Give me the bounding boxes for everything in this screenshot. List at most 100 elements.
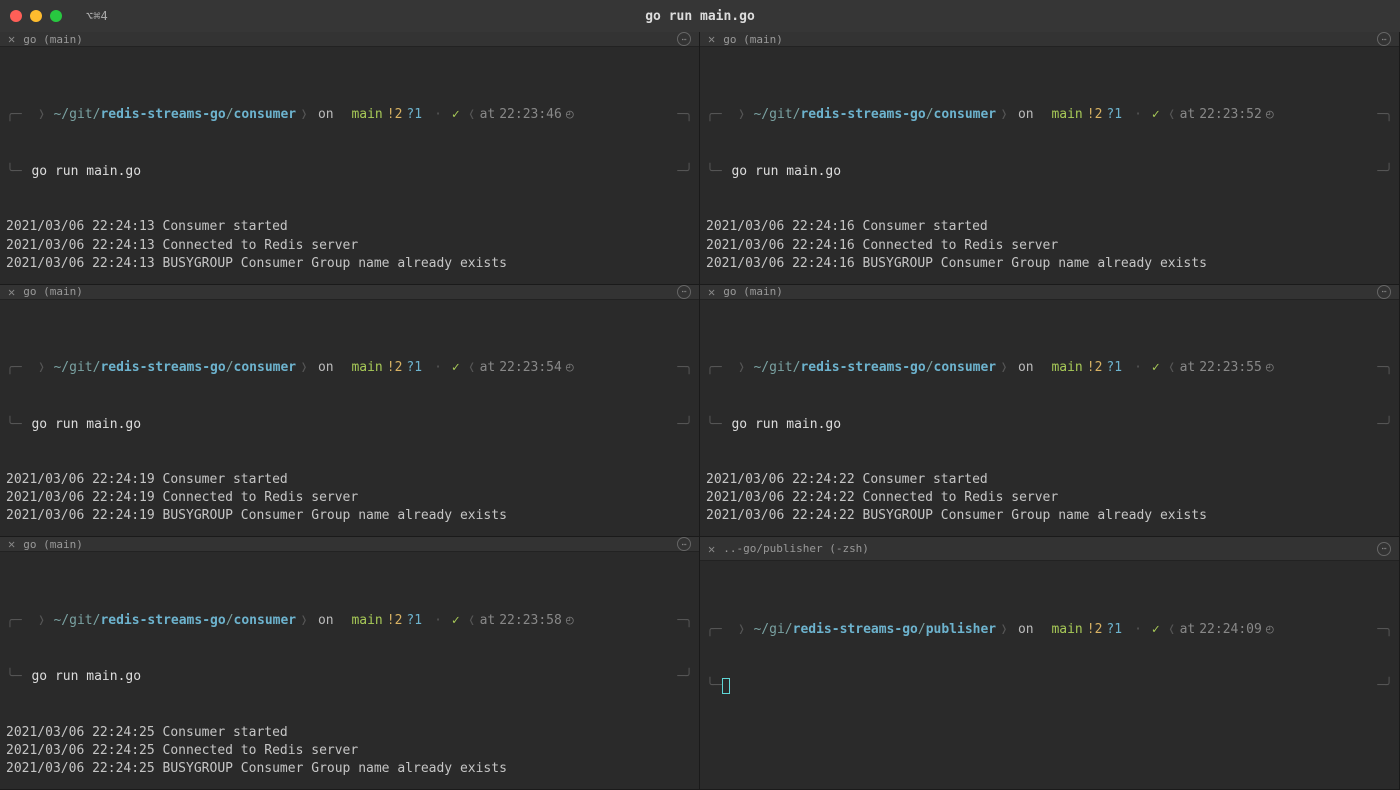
- apple-icon: [22, 106, 34, 126]
- check-icon: ✓: [1148, 358, 1164, 378]
- log-line: 2021/03/06 22:24:16 Consumer started: [706, 218, 1393, 236]
- close-pane-icon[interactable]: ✕: [708, 542, 715, 556]
- log-line: 2021/03/06 22:24:25 BUSYGROUP Consumer G…: [6, 760, 693, 778]
- check-icon: ✓: [1148, 620, 1164, 640]
- log-line: 2021/03/06 22:24:16 BUSYGROUP Consumer G…: [706, 255, 1393, 273]
- prompt-line: ╭─ ❭ ~/git/redis-streams-go/consumer ❭ o…: [6, 611, 693, 631]
- dir-name: consumer: [234, 106, 297, 126]
- close-pane-icon[interactable]: ✕: [708, 32, 715, 46]
- log-line: 2021/03/06 22:24:19 Consumer started: [6, 471, 693, 489]
- check-icon: ✓: [448, 106, 464, 126]
- terminal-pane[interactable]: ✕ go (main) ⋯ ╭─ ❭ ~/git/redis-streams-g…: [700, 285, 1400, 538]
- log-line: 2021/03/06 22:24:19 Connected to Redis s…: [6, 489, 693, 507]
- terminal-body[interactable]: ╭─ ❭ ~/git/redis-streams-go/consumer ❭ o…: [0, 552, 699, 790]
- git-untracked-count: ?1: [1106, 358, 1128, 378]
- terminal-body[interactable]: ╭─ ❭ ~/git/redis-streams-go/consumer ❭ o…: [700, 300, 1399, 538]
- clock-icon: ◴: [1262, 620, 1274, 640]
- git-branch: main: [1044, 358, 1083, 378]
- repo-name: redis-streams-go: [793, 620, 918, 640]
- pane-title: ..-go/publisher (-zsh): [723, 542, 869, 555]
- git-modified-count: !2: [383, 106, 407, 126]
- repo-name: redis-streams-go: [800, 358, 925, 378]
- path-prefix: ~/git/: [753, 106, 800, 126]
- git-modified-count: !2: [1083, 106, 1107, 126]
- terminal-pane[interactable]: ✕ ..-go/publisher (-zsh) ⋯ ╭─ ❭ ~/gi/red…: [700, 537, 1400, 790]
- terminal-pane[interactable]: ✕ go (main) ⋯ ╭─ ❭ ~/git/redis-streams-g…: [0, 285, 700, 538]
- terminal-pane[interactable]: ✕ go (main) ⋯ ╭─ ❭ ~/git/redis-streams-g…: [0, 537, 700, 790]
- clock-icon: ◴: [562, 106, 574, 126]
- traffic-lights: [10, 10, 62, 22]
- close-window-button[interactable]: [10, 10, 22, 22]
- dir-name: consumer: [934, 106, 997, 126]
- close-pane-icon[interactable]: ✕: [8, 285, 15, 299]
- pane-menu-icon[interactable]: ⋯: [677, 32, 691, 46]
- git-untracked-count: ?1: [406, 358, 428, 378]
- close-pane-icon[interactable]: ✕: [8, 537, 15, 551]
- dir-name: publisher: [926, 620, 996, 640]
- prompt-time: 22:23:55: [1199, 358, 1262, 378]
- pane-menu-icon[interactable]: ⋯: [1377, 542, 1391, 556]
- terminal-pane[interactable]: ✕ go (main) ⋯ ╭─ ❭ ~/git/redis-streams-g…: [0, 32, 700, 285]
- path-prefix: ~/git/: [753, 358, 800, 378]
- check-icon: ✓: [448, 611, 464, 631]
- git-branch: main: [1044, 620, 1083, 640]
- pane-menu-icon[interactable]: ⋯: [1377, 32, 1391, 46]
- close-pane-icon[interactable]: ✕: [708, 285, 715, 299]
- pane-menu-icon[interactable]: ⋯: [677, 285, 691, 299]
- repo-name: redis-streams-go: [100, 358, 225, 378]
- terminal-body[interactable]: ╭─ ❭ ~/git/redis-streams-go/consumer ❭ o…: [0, 300, 699, 538]
- minimize-window-button[interactable]: [30, 10, 42, 22]
- prompt-line: ╭─ ❭ ~/git/redis-streams-go/consumer ❭ o…: [706, 358, 1393, 378]
- log-line: 2021/03/06 22:24:16 Connected to Redis s…: [706, 237, 1393, 255]
- git-modified-count: !2: [383, 358, 407, 378]
- log-line: 2021/03/06 22:24:13 Consumer started: [6, 218, 693, 236]
- log-line: 2021/03/06 22:24:13 BUSYGROUP Consumer G…: [6, 255, 693, 273]
- titlebar: ⌥⌘4 go run main.go: [0, 0, 1400, 32]
- dir-name: consumer: [234, 358, 297, 378]
- apple-icon: [722, 620, 734, 640]
- clock-icon: ◴: [562, 358, 574, 378]
- tab-shortcut-label: ⌥⌘4: [86, 9, 108, 23]
- pane-title: go (main): [23, 538, 83, 551]
- apple-icon: [22, 611, 34, 631]
- clock-icon: ◴: [562, 611, 574, 631]
- close-pane-icon[interactable]: ✕: [8, 32, 15, 46]
- git-modified-count: !2: [1083, 620, 1107, 640]
- log-line: 2021/03/06 22:24:22 Consumer started: [706, 471, 1393, 489]
- pane-title: go (main): [23, 285, 83, 298]
- terminal-pane[interactable]: ✕ go (main) ⋯ ╭─ ❭ ~/git/redis-streams-g…: [700, 32, 1400, 285]
- prompt-line: ╭─ ❭ ~/git/redis-streams-go/consumer ❭ o…: [706, 106, 1393, 126]
- log-line: 2021/03/06 22:24:13 Connected to Redis s…: [6, 237, 693, 255]
- path-prefix: ~/git/: [53, 611, 100, 631]
- prompt-line: ╭─ ❭ ~/git/redis-streams-go/consumer ❭ o…: [6, 358, 693, 378]
- git-branch: main: [344, 358, 383, 378]
- window-title: go run main.go: [645, 9, 755, 24]
- clock-icon: ◴: [1262, 106, 1274, 126]
- terminal-body[interactable]: ╭─ ❭ ~/git/redis-streams-go/consumer ❭ o…: [0, 47, 699, 285]
- path-prefix: ~/git/: [53, 358, 100, 378]
- prompt-time: 22:23:54: [499, 358, 562, 378]
- command-text: go run main.go: [22, 416, 141, 434]
- pane-header: ✕ go (main) ⋯: [0, 32, 699, 47]
- prompt-line: ╭─ ❭ ~/gi/redis-streams-go/publisher ❭ o…: [706, 620, 1393, 640]
- prompt-time: 22:23:52: [1199, 106, 1262, 126]
- git-modified-count: !2: [383, 611, 407, 631]
- git-branch: main: [344, 106, 383, 126]
- log-line: 2021/03/06 22:24:22 BUSYGROUP Consumer G…: [706, 507, 1393, 525]
- log-line: 2021/03/06 22:24:22 Connected to Redis s…: [706, 489, 1393, 507]
- prompt-time: 22:24:09: [1199, 620, 1262, 640]
- apple-icon: [22, 358, 34, 378]
- path-prefix: ~/git/: [53, 106, 100, 126]
- git-untracked-count: ?1: [406, 611, 428, 631]
- pane-header: ✕ go (main) ⋯: [700, 285, 1399, 300]
- apple-icon: [722, 358, 734, 378]
- terminal-body[interactable]: ╭─ ❭ ~/git/redis-streams-go/consumer ❭ o…: [700, 47, 1399, 285]
- pane-header: ✕ ..-go/publisher (-zsh) ⋯: [700, 537, 1399, 561]
- repo-name: redis-streams-go: [800, 106, 925, 126]
- terminal-body[interactable]: ╭─ ❭ ~/gi/redis-streams-go/publisher ❭ o…: [700, 561, 1399, 789]
- maximize-window-button[interactable]: [50, 10, 62, 22]
- git-untracked-count: ?1: [1106, 106, 1128, 126]
- pane-menu-icon[interactable]: ⋯: [1377, 285, 1391, 299]
- pane-menu-icon[interactable]: ⋯: [677, 537, 691, 551]
- prompt-time: 22:23:46: [499, 106, 562, 126]
